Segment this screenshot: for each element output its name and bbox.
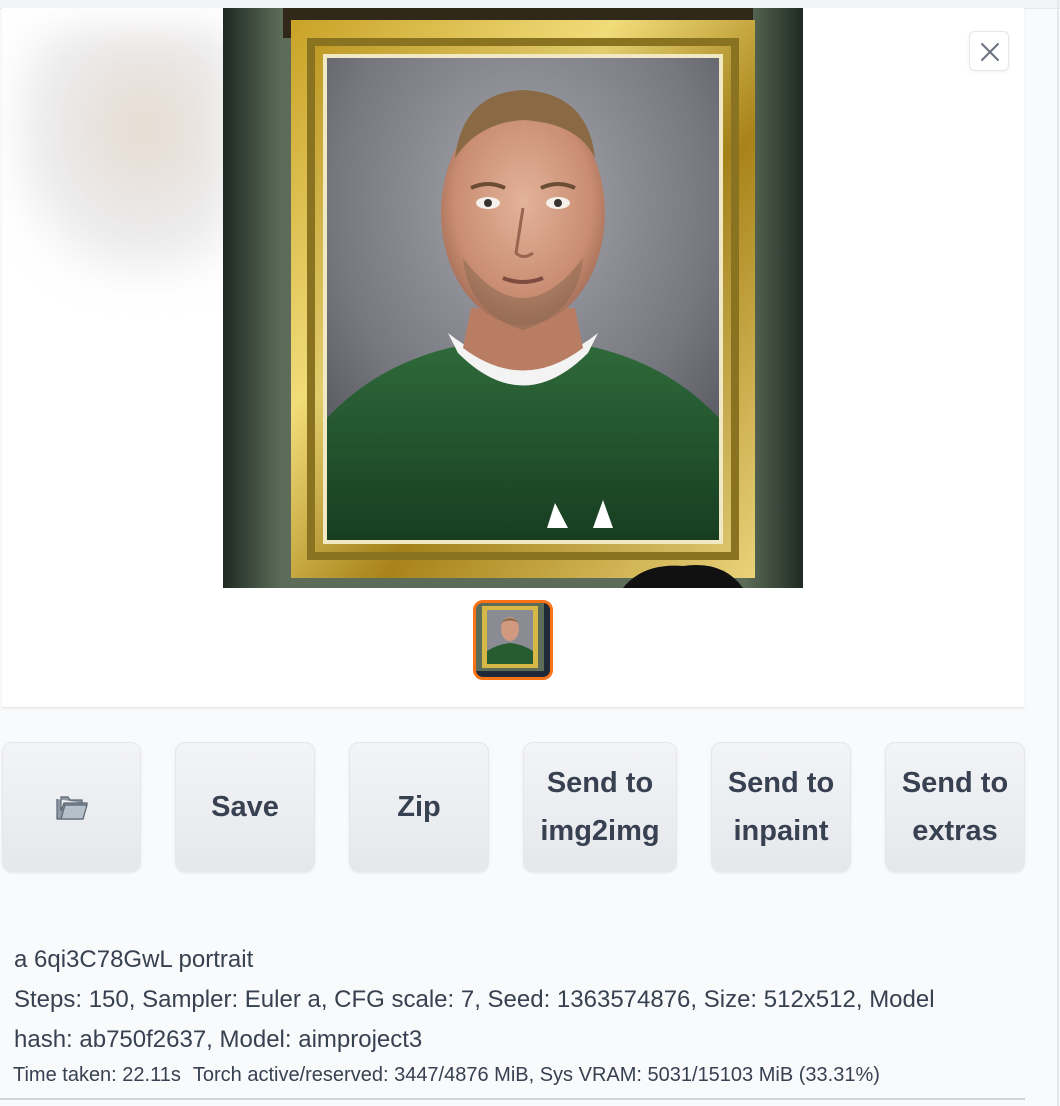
scrollbar-edge	[1057, 0, 1059, 1106]
open-folder-button[interactable]	[2, 742, 141, 872]
send-to-inpaint-label: Send to inpaint	[727, 767, 835, 847]
time-taken: Time taken: 22.11s	[13, 1064, 181, 1086]
bottom-divider	[0, 1098, 1025, 1100]
close-icon	[981, 43, 999, 61]
send-to-img2img-button[interactable]: Send to img2img	[523, 742, 677, 872]
gallery-background-blur	[12, 28, 232, 278]
image-gallery	[2, 8, 1024, 708]
thumbnail-image	[476, 603, 544, 671]
generation-info: a 6qi3C78GwL portrait Steps: 150, Sample…	[14, 940, 1014, 1060]
close-gallery-button[interactable]	[969, 31, 1009, 71]
send-to-img2img-label: Send to img2img	[540, 767, 660, 847]
folder-icon	[55, 796, 88, 820]
save-button-label: Save	[211, 791, 279, 823]
params-line-1: Steps: 150, Sampler: Euler a, CFG scale:…	[14, 986, 935, 1013]
memory-usage: Torch active/reserved: 3447/4876 MiB, Sy…	[192, 1064, 880, 1086]
params-line-2: hash: ab750f2637, Model: aimproject3	[14, 1026, 423, 1053]
save-button[interactable]: Save	[175, 742, 315, 872]
zip-button-label: Zip	[397, 791, 441, 823]
gallery-thumbnail[interactable]	[473, 600, 553, 680]
performance-info: Time taken: 22.11s Torch active/reserved:…	[13, 1064, 880, 1087]
send-to-extras-label: Send to extras	[901, 767, 1009, 847]
generated-image[interactable]	[223, 8, 803, 588]
send-to-extras-button[interactable]: Send to extras	[885, 742, 1025, 872]
zip-button[interactable]: Zip	[349, 742, 489, 872]
prompt-text: a 6qi3C78GwL portrait	[14, 946, 254, 973]
send-to-inpaint-button[interactable]: Send to inpaint	[711, 742, 851, 872]
